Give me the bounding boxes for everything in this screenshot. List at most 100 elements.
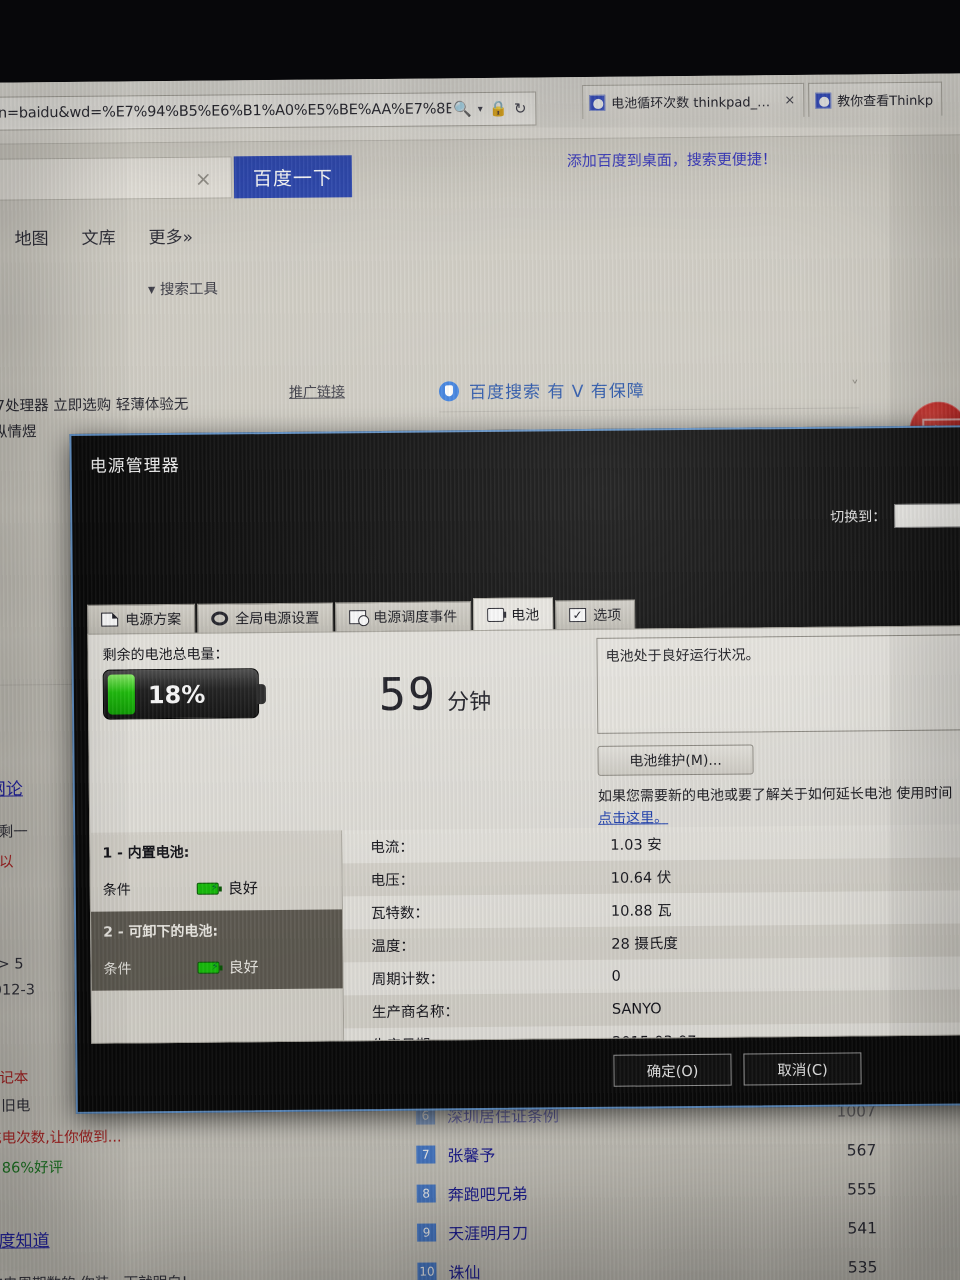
result-desc-3a-text: 更多>> 5 (0, 956, 24, 974)
result-desc-2a: 次就只剩一 (0, 820, 28, 842)
browser-tab-1[interactable]: 电池循环次数 thinkpad_百... × (582, 82, 805, 120)
refresh-icon[interactable]: ↻ (509, 100, 531, 118)
battery-good-icon: ⚡ (196, 882, 219, 895)
browser-tab-2-title: 教你查看Thinkp (837, 93, 934, 110)
search-tools-button[interactable]: ▾ 搜索工具 (148, 278, 218, 300)
result-desc-5a: 查询充电周期数的 你装一下就明白! (0, 1271, 188, 1280)
clear-icon[interactable]: × (195, 167, 212, 191)
ad-text-line-2: 工作,纵情煜 (0, 424, 37, 442)
search-icon[interactable]: 🔍 (451, 100, 473, 118)
tab-options-label: 选项 (593, 607, 622, 624)
rank-name[interactable]: 天涯明月刀 (448, 1219, 528, 1244)
battery-status-text: 电池处于良好运行状况。 (605, 647, 760, 665)
rank-name[interactable]: 奔跑吧兄弟 (448, 1180, 528, 1205)
table-row[interactable]: 9 天涯明月刀 541 (416, 1208, 878, 1251)
photo-of-screen: &tn=baidu&wd=%E7%94%B5%E6%B1%A0%E5%BE%AA… (0, 0, 960, 1280)
battery-1-condition-value: 良好 (227, 879, 258, 898)
result-desc-2b: 电池可以 (0, 851, 14, 873)
rank-name[interactable]: 张馨予 (447, 1141, 495, 1165)
nav-item-more[interactable]: 更多» (148, 223, 193, 248)
result-link-2-text: 专门网论 (0, 779, 23, 801)
result-desc-4c-text: 电池充电次数,让你做到... (0, 1129, 122, 1148)
battery-1-title: 1 - 内置电池: (102, 844, 190, 862)
tab-power-plan[interactable]: 电源方案 (87, 603, 196, 634)
detail-key: 生产商名称： (371, 1004, 460, 1022)
chevron-down-icon[interactable]: ˅ (851, 377, 859, 396)
result-desc-2b-text: 电池可以 (0, 854, 14, 872)
detail-key: 周期计数： (371, 971, 445, 989)
tab-battery-label: 电池 (511, 606, 540, 624)
baidu-paw-icon (815, 92, 832, 109)
total-charge-label: 剩余的电池总电量： (102, 646, 229, 664)
baidu-nav: 视频 地图 文库 更多» (0, 223, 193, 250)
battery-hint-text: 如果您需要新的电池或要了解关于如何延长电池 使用时间 (597, 785, 953, 805)
rank-badge: 9 (416, 1222, 437, 1242)
dialog-title: 电源管理器 (89, 455, 180, 477)
table-row[interactable]: 7 张馨予 567 (416, 1130, 876, 1173)
browser-tab-2[interactable]: 教你查看Thinkp (808, 81, 943, 117)
tab-options[interactable]: ✓ 选项 (555, 599, 636, 630)
desktop-tip[interactable]: 添加百度到桌面，搜索更便捷！ (567, 148, 777, 171)
battery-good-icon: ⚡ (197, 961, 220, 974)
tab-battery[interactable]: 电池 (472, 597, 554, 631)
battery-maintenance-button[interactable]: 电池维护(M)... (597, 744, 754, 776)
result-desc-3b-text: 群? 2012-3 (0, 982, 35, 999)
close-icon[interactable]: × (784, 93, 795, 108)
result-desc-4a-text: pad笔记本 (0, 1070, 29, 1088)
result-desc-3a: 更多>> 5 (0, 952, 24, 974)
rank-badge: 7 (416, 1144, 436, 1164)
list-item-battery-1[interactable]: 1 - 内置电池: 条件 ⚡ 良好 (90, 830, 342, 911)
battery-status-box: 电池处于良好运行状况。 (596, 634, 960, 734)
result-link-2[interactable]: 专门网论 (0, 774, 23, 800)
ok-button[interactable]: 确定(O) (613, 1053, 732, 1087)
list-item-battery-2[interactable]: 2 - 可卸下的电池: 条件 ⚡ 良好 (90, 909, 343, 991)
nav-item-wenku[interactable]: 文库 (81, 224, 115, 249)
address-bar[interactable]: &tn=baidu&wd=%E7%94%B5%E6%B1%A0%E5%BE%AA… (0, 91, 537, 131)
detail-key: 瓦特数： (370, 905, 430, 923)
search-button[interactable]: 百度一下 (233, 155, 353, 199)
rank-badge: 8 (416, 1183, 436, 1203)
baidu-paw-icon (589, 94, 606, 111)
detail-key: 电流： (370, 839, 414, 857)
lock-icon: 🔒 (488, 99, 508, 118)
rank-count: 567 (846, 1140, 877, 1160)
schedule-icon (349, 610, 367, 625)
remaining-minutes-unit: 分钟 (447, 689, 492, 716)
promotion-label: 推广链接 (288, 384, 346, 401)
detail-value: 10.88 瓦 (610, 903, 672, 920)
nav-item-map[interactable]: 地图 (14, 224, 48, 249)
hot-search-list: 6 深圳居住证条例 1007 7 张馨予 567 8 奔跑吧兄弟 555 9 天… (415, 1091, 878, 1280)
result-desc-5a-text: 查询充电周期数的 你装一下就明白! (0, 1275, 188, 1280)
rank-name[interactable]: 诛仙 (448, 1259, 480, 1280)
battery-2-condition-row: 条件 ⚡ 良好 (103, 955, 330, 978)
tab-power-plan-label: 电源方案 (125, 611, 182, 629)
battery-list: 1 - 内置电池: 条件 ⚡ 良好 2 - 可卸下的电池: 条件 ⚡ 良好 (90, 830, 345, 1043)
baidu-search-page: × 百度一下 添加百度到桌面，搜索更便捷！ 视频 地图 文库 更多» ▾ 搜索工… (0, 135, 960, 1280)
rank-count: 535 (847, 1257, 878, 1277)
remaining-minutes-value: 59 (378, 667, 438, 722)
result-desc-4b: 比如用旧电 (0, 1094, 30, 1116)
tab-strip: 电池循环次数 thinkpad_百... × 教你查看Thinkp (582, 81, 943, 125)
table-row[interactable]: 8 奔跑吧兄弟 555 (416, 1169, 877, 1212)
cancel-button[interactable]: 取消(C) (743, 1052, 862, 1086)
address-bar-url[interactable]: &tn=baidu&wd=%E7%94%B5%E6%B1%A0%E5%BE%AA… (0, 101, 451, 122)
baidu-guard-banner[interactable]: 百度搜索 有 V 有保障 ˅ (438, 366, 860, 413)
battery-details-table: 电流： 1.03 安 电压： 10.64 伏 瓦特数： 10.88 瓦 温度： … (342, 824, 960, 1041)
result-link-5[interactable]: 啊 百度知道 (0, 1226, 50, 1252)
detail-key: 温度： (371, 938, 415, 956)
battery-percent: 18% (147, 680, 206, 710)
chevron-down-icon[interactable]: ▾ (473, 103, 487, 114)
table-row[interactable]: 10 诛仙 535 (417, 1247, 878, 1280)
battery-1-condition-label: 条件 (102, 881, 131, 899)
document-icon (101, 612, 119, 627)
dialog-footer: 确定(O) 取消(C) (77, 1035, 960, 1112)
tab-power-schedule-events[interactable]: 电源调度事件 (335, 601, 472, 632)
tab-global-power-settings[interactable]: 全局电源设置 (197, 602, 334, 633)
rank-count: 541 (847, 1218, 878, 1238)
ad-text-line-1: (TM)i7处理器 立即选购 轻薄体验无 (0, 396, 189, 416)
detail-value: 0 (611, 968, 621, 985)
monitor-screen: &tn=baidu&wd=%E7%94%B5%E6%B1%A0%E5%BE%AA… (0, 73, 960, 1280)
battery-2-condition-label: 条件 (103, 960, 132, 978)
switch-to-select[interactable] (894, 503, 960, 529)
battery-hint-link[interactable]: 点击这里。 (598, 807, 668, 828)
